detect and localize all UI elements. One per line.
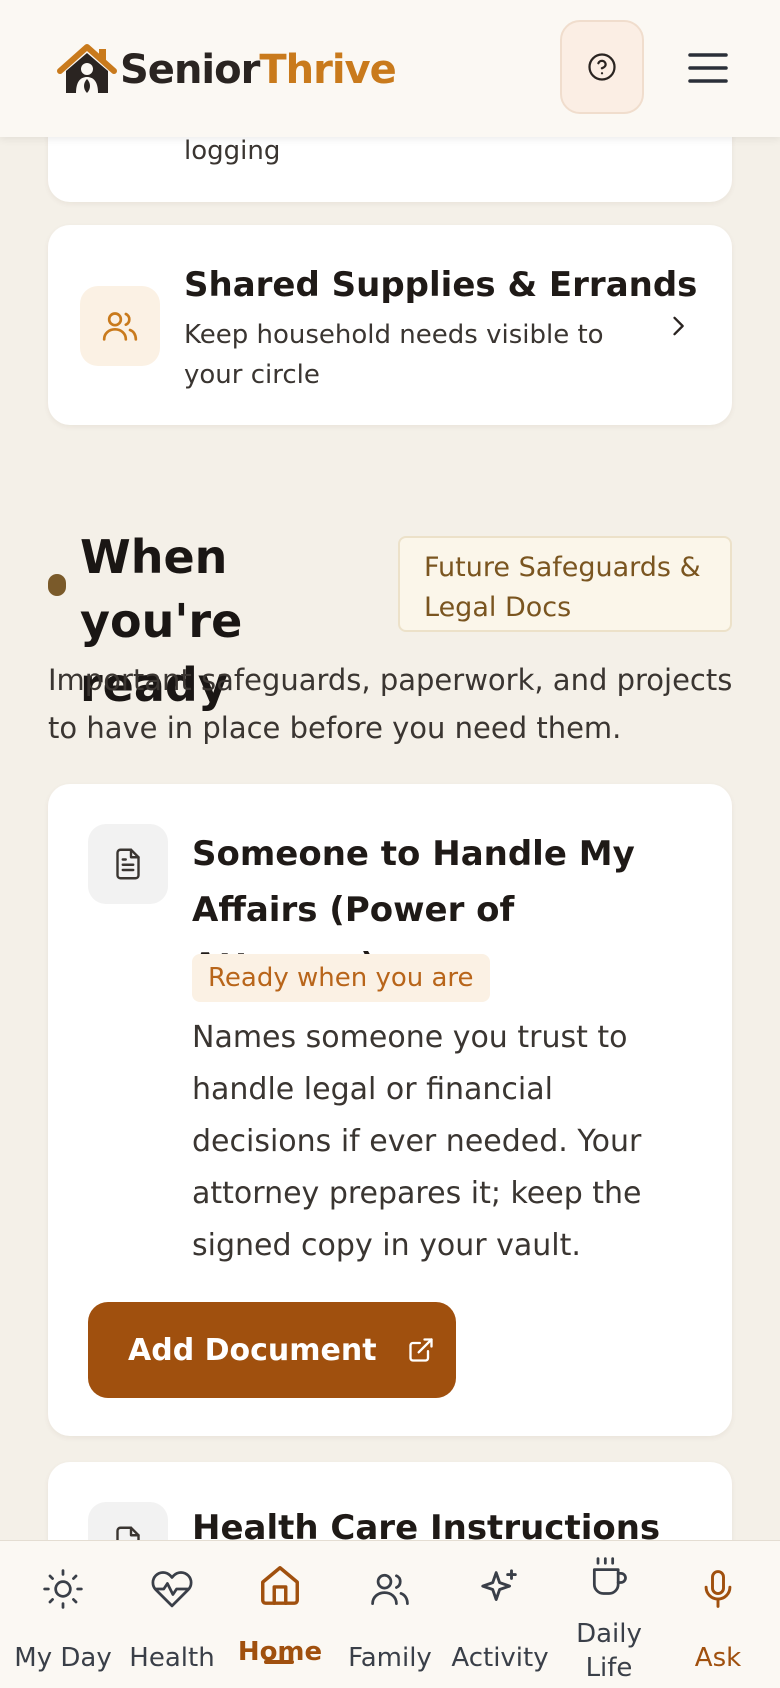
nav-my-day-label: My Day	[14, 1643, 112, 1673]
heart-pulse-icon	[151, 1571, 193, 1608]
nav-family[interactable]: Family	[340, 1541, 440, 1688]
add-document-label: Add Document	[128, 1332, 377, 1368]
nav-ask-label: Ask	[694, 1643, 742, 1673]
nav-activity[interactable]: Activity	[448, 1541, 552, 1688]
sun-icon	[43, 1569, 83, 1609]
nav-activity-label: Activity	[451, 1643, 549, 1673]
house-logo-icon	[57, 44, 117, 93]
poa-description: Names someone you trust to handle legal …	[192, 1020, 642, 1263]
status-badge: Ready when you are	[192, 954, 490, 1002]
hamburger-menu-icon	[688, 53, 728, 83]
power-of-attorney-card[interactable]: Someone to Handle My Affairs (Power of A…	[48, 784, 732, 1436]
nav-home[interactable]: Home	[230, 1541, 330, 1688]
shared-supplies-card[interactable]: Shared Supplies & Errands Keep household…	[48, 225, 732, 425]
external-link-icon	[408, 1338, 433, 1362]
help-button[interactable]	[560, 20, 644, 114]
question-circle-icon	[588, 53, 616, 81]
nav-ask[interactable]: Ask	[666, 1541, 770, 1688]
sparkles-icon	[481, 1569, 517, 1601]
home-icon	[261, 1566, 299, 1605]
add-document-button[interactable]: Add Document	[88, 1302, 456, 1398]
microphone-icon	[704, 1570, 732, 1608]
app-header: SeniorThrive	[0, 0, 780, 137]
top-card-subtext: logging	[184, 136, 281, 166]
supplies-title: Shared Supplies & Errands	[184, 265, 698, 305]
active-tab-indicator	[264, 1660, 294, 1664]
brand-name-part2: Thrive	[259, 47, 396, 93]
nav-daily-life-label: Daily Life	[576, 1619, 642, 1683]
users-icon	[80, 286, 160, 366]
supplies-description: Keep household needs visible to your cir…	[184, 320, 604, 390]
users-icon	[371, 1573, 409, 1606]
section-tag[interactable]: Future Safeguards & Legal Docs	[398, 536, 732, 632]
section-bullet	[48, 574, 66, 596]
nav-health-label: Health	[129, 1643, 215, 1673]
coffee-cup-icon	[592, 1557, 627, 1595]
bottom-navigation: My Day Health Home Family Activity Daily…	[0, 1540, 780, 1688]
nav-my-day[interactable]: My Day	[10, 1541, 116, 1688]
nav-daily-life[interactable]: Daily Life	[562, 1541, 656, 1688]
document-icon	[88, 824, 168, 904]
nav-health[interactable]: Health	[120, 1541, 224, 1688]
brand-logo[interactable]: SeniorThrive	[56, 42, 397, 98]
brand-name-part1: Senior	[120, 47, 260, 93]
menu-button[interactable]	[680, 42, 736, 94]
brand-name: SeniorThrive	[120, 42, 397, 98]
section-description: Important safeguards, paperwork, and pro…	[48, 663, 733, 745]
nav-family-label: Family	[348, 1643, 432, 1673]
chevron-right-icon	[664, 311, 692, 345]
